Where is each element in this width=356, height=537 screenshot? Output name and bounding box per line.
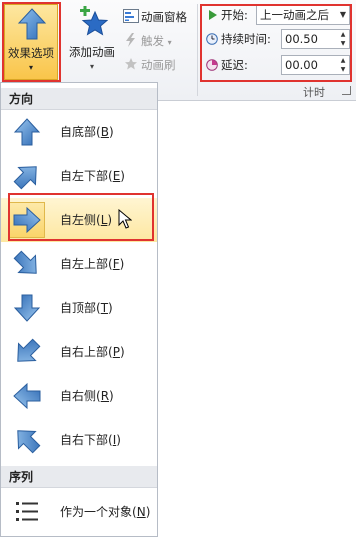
menu-item-label: 自底部(B) (60, 125, 114, 139)
menu-item-direction[interactable]: 自右上部(P) (1, 330, 157, 374)
arrow-up-right-icon (9, 158, 45, 194)
star-plus-icon (80, 6, 108, 36)
highlight-box-timing (200, 4, 352, 82)
menu-item-as-one-object[interactable]: 作为一个对象(N) (1, 490, 157, 534)
arrow-down-right-icon (9, 246, 45, 282)
direction-header: 方向 (1, 88, 157, 110)
trigger-label: 触发 (141, 34, 164, 48)
mouse-cursor-icon (118, 209, 132, 229)
animation-pane-icon (123, 9, 139, 23)
group-divider (197, 4, 198, 96)
slide-area (158, 101, 356, 537)
menu-item-direction[interactable]: 自顶部(T) (1, 286, 157, 330)
menu-item-direction[interactable]: 自右下部(I) (1, 418, 157, 462)
timing-group-label: 计时 (303, 86, 325, 99)
menu-item-label: 自左上部(F) (60, 257, 125, 271)
effect-options-menu: 方向 自底部(B) 自左下部(E) 自左侧(L) 自左上部(F) 自顶部(T) 自右上部(… (0, 82, 158, 537)
animation-painter-button[interactable]: 动画刷 (123, 56, 176, 74)
sequence-header: 序列 (1, 466, 157, 488)
arrow-left-icon (9, 378, 45, 414)
highlight-box-from-left (8, 193, 154, 241)
menu-item-label: 自右上部(P) (60, 345, 125, 359)
menu-item-label: 作为一个对象(N) (60, 505, 151, 519)
menu-item-label: 自左下部(E) (60, 169, 125, 183)
lightning-icon (126, 33, 135, 47)
animation-pane-button[interactable]: 动画窗格 (123, 8, 187, 26)
list-icon (9, 494, 45, 530)
dialog-launcher-icon[interactable] (342, 86, 351, 95)
animation-painter-icon (125, 58, 137, 70)
animation-pane-label: 动画窗格 (141, 10, 187, 24)
menu-item-label: 自右侧(R) (60, 389, 114, 403)
trigger-button[interactable]: 触发 ▾ (123, 32, 172, 50)
add-animation-button[interactable]: 添加动画 ▾ (64, 4, 120, 80)
arrow-up-icon (9, 114, 45, 150)
menu-item-direction[interactable]: 自底部(B) (1, 110, 157, 154)
highlight-box-effect-options (2, 2, 61, 82)
arrow-up-left-icon (9, 422, 45, 458)
menu-item-label: 自右下部(I) (60, 433, 121, 447)
animation-painter-label: 动画刷 (141, 58, 176, 72)
menu-item-direction[interactable]: 自左下部(E) (1, 154, 157, 198)
chevron-down-icon: ▾ (167, 38, 172, 47)
menu-item-label: 自顶部(T) (60, 301, 113, 315)
menu-item-direction[interactable]: 自右侧(R) (1, 374, 157, 418)
arrow-down-icon (9, 290, 45, 326)
arrow-down-left-icon (9, 334, 45, 370)
chevron-down-icon: ▾ (89, 62, 94, 71)
add-animation-label: 添加动画 (69, 45, 115, 59)
menu-item-direction[interactable]: 自左上部(F) (1, 242, 157, 286)
